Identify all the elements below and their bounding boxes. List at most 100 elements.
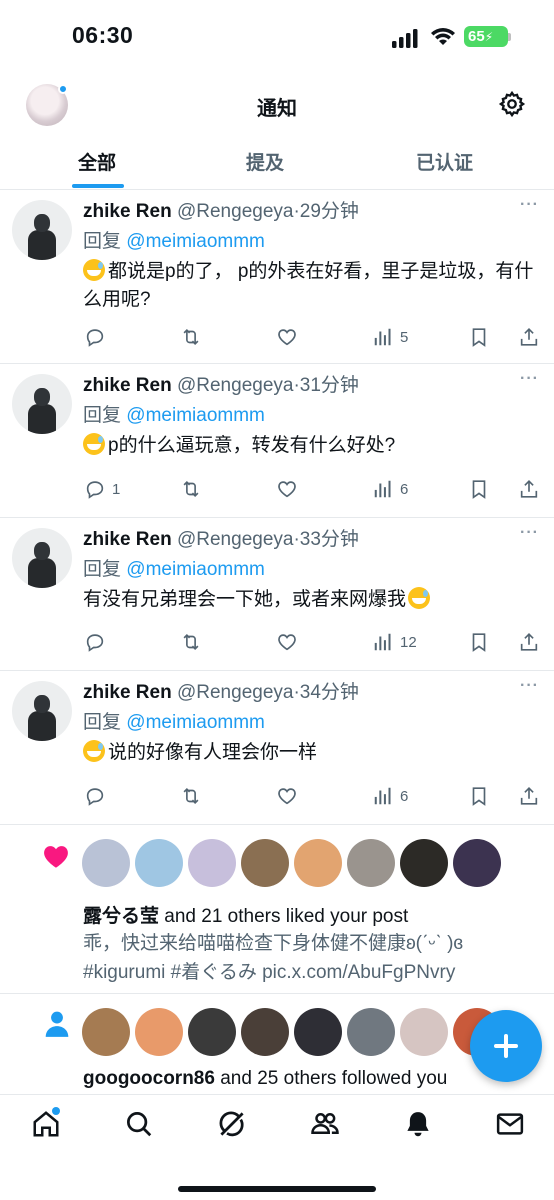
reply-button[interactable]: 1: [84, 476, 120, 502]
share-button[interactable]: [518, 629, 540, 655]
tweet-item[interactable]: zhike Ren @Rengegeya·31分钟 ··· 回复 @meimia…: [0, 364, 554, 518]
follower-avatar[interactable]: [347, 1008, 395, 1056]
liker-avatar[interactable]: [453, 839, 501, 887]
views-button[interactable]: 5: [372, 324, 408, 350]
more-options-icon[interactable]: ···: [520, 677, 539, 695]
user-handle: @Rengegeya: [176, 375, 294, 396]
follower-avatar[interactable]: [241, 1008, 289, 1056]
tab-mentions[interactable]: 提及: [246, 148, 284, 175]
share-button[interactable]: [518, 324, 540, 350]
mention-link[interactable]: @meimiaommm: [126, 405, 265, 426]
reply-button[interactable]: [84, 324, 112, 350]
like-button[interactable]: [276, 324, 298, 350]
display-name[interactable]: zhike Ren: [83, 375, 172, 396]
tweet-time: ·34分钟: [293, 682, 359, 703]
reply-button[interactable]: [84, 629, 112, 655]
battery-level: 65: [468, 28, 485, 45]
tweet-item[interactable]: zhike Ren @Rengegeya·34分钟 ··· 回复 @meimia…: [0, 671, 554, 825]
grok-icon[interactable]: [217, 1109, 247, 1139]
follower-avatar[interactable]: [400, 1008, 448, 1056]
share-icon: [520, 787, 538, 805]
actor-name[interactable]: googoocorn86: [83, 1068, 215, 1089]
mention-link[interactable]: @meimiaommm: [126, 231, 265, 252]
messages-envelope-icon[interactable]: [495, 1109, 525, 1139]
liker-avatar[interactable]: [347, 839, 395, 887]
repost-button[interactable]: [180, 324, 202, 350]
search-icon[interactable]: [124, 1109, 154, 1139]
tweet-header: zhike Ren @Rengegeya·29分钟: [83, 196, 359, 223]
like-button[interactable]: [276, 783, 298, 809]
views-chart-icon: [374, 328, 391, 346]
repost-button[interactable]: [180, 629, 202, 655]
like-notification[interactable]: 露兮る莹 and 21 others liked your post 乖，快过来…: [0, 825, 554, 994]
home-unread-dot: [52, 1107, 60, 1115]
views-button[interactable]: 12: [372, 629, 417, 655]
tweet-header: zhike Ren @Rengegeya·34分钟: [83, 677, 359, 704]
follower-avatar[interactable]: [135, 1008, 183, 1056]
tweet-item[interactable]: zhike Ren @Rengegeya·29分钟 ··· 回复 @meimia…: [0, 190, 554, 364]
follower-avatar[interactable]: [188, 1008, 236, 1056]
more-options-icon[interactable]: ···: [520, 370, 539, 388]
tweet-item[interactable]: zhike Ren @Rengegeya·33分钟 ··· 回复 @meimia…: [0, 518, 554, 671]
tweet-actions: 1 6: [0, 476, 554, 502]
reply-context: 回复 @meimiaommm: [83, 554, 265, 581]
bookmark-button[interactable]: [468, 629, 490, 655]
notifications-bell-icon[interactable]: [403, 1109, 433, 1139]
user-handle: @Rengegeya: [176, 529, 294, 550]
display-name[interactable]: zhike Ren: [83, 201, 172, 222]
follower-avatar[interactable]: [82, 1008, 130, 1056]
settings-gear-icon[interactable]: [498, 90, 526, 118]
user-avatar[interactable]: [12, 528, 72, 588]
liker-avatar[interactable]: [82, 839, 130, 887]
display-name[interactable]: zhike Ren: [83, 682, 172, 703]
like-button[interactable]: [276, 476, 298, 502]
reply-prefix: 回复: [83, 231, 122, 252]
actor-name[interactable]: 露兮る莹: [83, 906, 159, 927]
compose-post-button[interactable]: [470, 1010, 542, 1082]
views-button[interactable]: 6: [372, 476, 408, 502]
tweet-time: ·29分钟: [293, 201, 359, 222]
reply-button[interactable]: [84, 783, 112, 809]
liker-avatar[interactable]: [188, 839, 236, 887]
bookmark-button[interactable]: [468, 783, 490, 809]
tab-all[interactable]: 全部: [78, 148, 116, 175]
share-button[interactable]: [518, 476, 540, 502]
views-button[interactable]: 6: [372, 783, 408, 809]
like-button[interactable]: [276, 629, 298, 655]
more-options-icon[interactable]: ···: [520, 524, 539, 542]
user-avatar[interactable]: [12, 681, 72, 741]
status-time: 06:30: [72, 22, 134, 48]
repost-button[interactable]: [180, 476, 202, 502]
communities-icon[interactable]: [310, 1109, 340, 1139]
home-indicator: [178, 1186, 376, 1192]
user-handle: @Rengegeya: [176, 682, 294, 703]
heart-icon: [44, 846, 68, 868]
repost-button[interactable]: [180, 783, 202, 809]
tab-verified[interactable]: 已认证: [416, 148, 473, 175]
user-avatar[interactable]: [12, 374, 72, 434]
bookmark-icon: [472, 633, 486, 652]
view-count: 6: [400, 787, 409, 805]
tweet-text: p的什么逼玩意，转发有什么好处?: [83, 432, 543, 460]
bookmark-button[interactable]: [468, 476, 490, 502]
mention-link[interactable]: @meimiaommm: [126, 712, 265, 733]
notification-tabs: 全部 提及 已认证: [0, 138, 554, 190]
post-preview-line: #kigurumi #着ぐるみ pic.x.com/AbuFgPNvry: [83, 962, 456, 983]
liker-avatar[interactable]: [400, 839, 448, 887]
tweet-actions: 5: [0, 324, 554, 350]
bookmark-icon: [472, 787, 486, 806]
grinning-sweat-emoji-icon: [83, 740, 105, 762]
mention-link[interactable]: @meimiaommm: [126, 559, 265, 580]
follower-avatar[interactable]: [294, 1008, 342, 1056]
reply-prefix: 回复: [83, 405, 122, 426]
share-button[interactable]: [518, 783, 540, 809]
liker-avatar[interactable]: [241, 839, 289, 887]
tweet-time: ·33分钟: [293, 529, 359, 550]
display-name[interactable]: zhike Ren: [83, 529, 172, 550]
liker-avatar[interactable]: [135, 839, 183, 887]
liker-avatar[interactable]: [294, 839, 342, 887]
user-avatar[interactable]: [12, 200, 72, 260]
more-options-icon[interactable]: ···: [520, 196, 539, 214]
bookmark-button[interactable]: [468, 324, 490, 350]
grinning-sweat-emoji-icon: [83, 259, 105, 281]
